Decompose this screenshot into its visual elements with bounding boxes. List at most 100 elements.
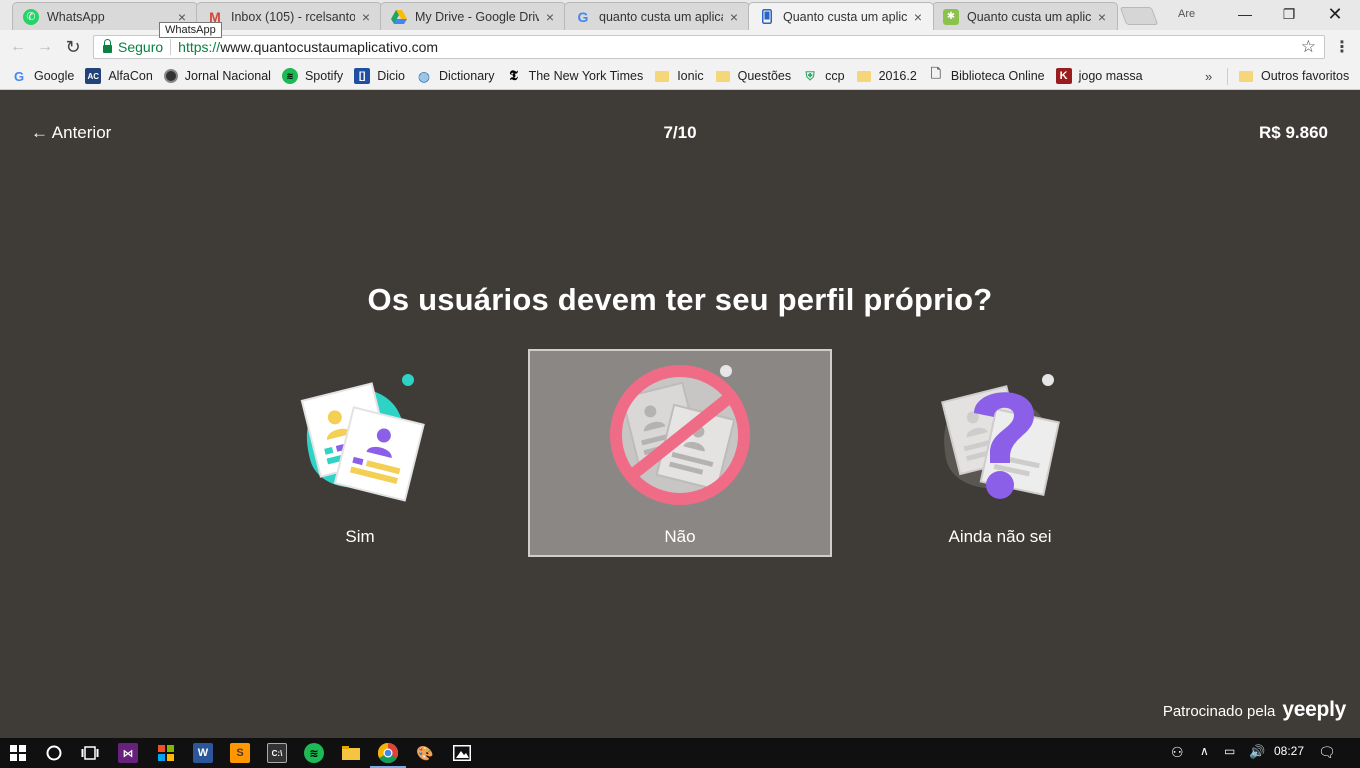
price-estimate: R$ 9.860 xyxy=(1259,123,1328,142)
close-tab-icon[interactable]: × xyxy=(543,9,557,25)
page-icon: 🗋 xyxy=(930,66,942,81)
folder-icon xyxy=(715,68,731,84)
bookmark-label: 2016.2 xyxy=(878,69,917,83)
close-tab-icon[interactable]: × xyxy=(1095,9,1109,25)
question-mark-illustration-icon xyxy=(941,374,1060,499)
bookmark-nyt[interactable]: 𝕿 The New York Times xyxy=(506,68,644,84)
bookmark-alfacon[interactable]: AC AlfaCon xyxy=(85,68,153,84)
bookmark-label: AlfaCon xyxy=(108,69,153,83)
people-icon[interactable]: ⚇ xyxy=(1171,744,1184,761)
whatsapp-icon: ✆ xyxy=(23,8,39,25)
paint-icon[interactable]: 🎨 xyxy=(415,743,435,763)
bookmark-star-icon[interactable]: ☆ xyxy=(1301,37,1316,57)
clock-time[interactable]: 08:27 xyxy=(1274,744,1304,758)
bookmark-folder-questoes[interactable]: Questões xyxy=(715,68,792,84)
bookmark-label: Questões xyxy=(737,69,792,83)
kongregate-icon: K xyxy=(1055,68,1072,84)
close-tab-icon[interactable]: × xyxy=(359,9,373,25)
bookmark-label: jogo massa xyxy=(1078,69,1143,83)
restore-button[interactable]: ❐ xyxy=(1266,0,1312,28)
chrome-menu-icon[interactable]: ⋮ xyxy=(1331,36,1353,58)
visual-studio-icon[interactable]: ⋈ xyxy=(118,743,138,763)
previous-link[interactable]: ← Anterior xyxy=(31,123,111,143)
no-profile-prohibited-icon xyxy=(610,365,750,505)
tab-quanto-custa-active[interactable]: Quanto custa um aplicativo × xyxy=(748,2,934,30)
bookmark-jogo-massa[interactable]: K jogo massa xyxy=(1055,68,1143,84)
bookmark-label: ccp xyxy=(825,69,845,83)
close-tab-icon[interactable]: × xyxy=(727,9,741,25)
quiz-page: ← Anterior 7/10 R$ 9.860 Os usuários dev… xyxy=(0,90,1360,738)
tab-quanto-custa-2[interactable]: ✱ Quanto custa um aplicativo × xyxy=(932,2,1118,30)
chevron-up-icon[interactable]: ∧ xyxy=(1200,744,1209,758)
question-progress: 7/10 xyxy=(663,123,697,142)
chrome-icon[interactable] xyxy=(370,743,406,768)
minimize-button[interactable]: — xyxy=(1222,0,1268,28)
android-icon: ✱ xyxy=(943,8,959,25)
globo-icon xyxy=(163,69,178,83)
option-label: Ainda não sei xyxy=(948,527,1052,546)
tab-google-search[interactable]: G quanto custa um aplicativo × xyxy=(564,2,750,30)
bookmark-label: Biblioteca Online xyxy=(950,69,1045,83)
folder-icon xyxy=(1238,68,1254,84)
url-host: www.quantocustaumaplicativo.com xyxy=(220,39,439,55)
tab-gmail[interactable]: M Inbox (105) - rcelsantos × xyxy=(196,2,382,30)
photos-icon[interactable] xyxy=(452,743,472,763)
windows-store-icon[interactable] xyxy=(156,743,176,763)
bookmark-google[interactable]: G Google xyxy=(11,68,74,84)
alfacon-icon: AC xyxy=(85,68,102,84)
tab-google-drive[interactable]: My Drive - Google Drive × xyxy=(380,2,566,30)
sublime-text-icon[interactable]: S xyxy=(230,743,250,763)
file-explorer-icon[interactable] xyxy=(341,743,361,763)
tab-title: Quanto custa um aplicativo xyxy=(783,9,907,24)
google-drive-icon xyxy=(391,9,407,25)
close-tab-icon[interactable]: × xyxy=(911,9,925,25)
sponsor-text: Patrocinado pela xyxy=(1162,703,1276,720)
spotify-icon: ≋ xyxy=(281,68,298,84)
bookmark-other-favorites[interactable]: Outros favoritos xyxy=(1238,68,1349,84)
bookmark-dicio[interactable]: [] Dicio xyxy=(354,68,405,84)
command-prompt-icon[interactable]: C:\ xyxy=(267,743,287,763)
notifications-icon[interactable]: 🗨 xyxy=(1318,744,1336,761)
bookmarks-bar: G Google AC AlfaCon Jornal Nacional ≋ Sp… xyxy=(0,63,1360,90)
tab-title: Quanto custa um aplicativo xyxy=(967,9,1091,24)
sponsor-credit[interactable]: Patrocinado pela yeeply xyxy=(1163,698,1346,722)
option-ainda-nao-sei[interactable]: Ainda não sei xyxy=(848,349,1152,557)
back-arrow-icon[interactable]: ← xyxy=(7,36,29,58)
spotify-icon[interactable]: ≋ xyxy=(304,743,324,763)
close-window-button[interactable]: ✕ xyxy=(1312,0,1358,28)
word-icon[interactable]: W xyxy=(193,743,213,763)
yeeply-logo: yeeply xyxy=(1282,698,1346,721)
bookmark-folder-ionic[interactable]: Ionic xyxy=(654,68,704,84)
bookmark-label: Ionic xyxy=(677,69,704,83)
bookmark-spotify[interactable]: ≋ Spotify xyxy=(281,68,344,84)
bookmark-label: Dictionary xyxy=(438,69,495,83)
option-nao[interactable]: Não xyxy=(528,349,832,557)
tab-tooltip: WhatsApp xyxy=(159,22,222,38)
question-title: Os usuários devem ter seu perfil próprio… xyxy=(367,282,993,317)
tab-title: WhatsApp xyxy=(47,9,105,24)
folder-icon xyxy=(856,68,872,84)
bookmark-folder-2016-2[interactable]: 2016.2 xyxy=(856,68,917,84)
new-tab-button[interactable] xyxy=(1119,7,1159,25)
volume-icon[interactable]: 🔊 xyxy=(1249,744,1265,760)
profile-button[interactable]: Are xyxy=(1178,8,1195,20)
url-scheme: https:// xyxy=(178,39,221,55)
bookmark-label: Jornal Nacional xyxy=(184,69,271,83)
bookmark-biblioteca-online[interactable]: 🗋 Biblioteca Online xyxy=(928,66,1045,84)
bookmark-label: Outros favoritos xyxy=(1261,69,1350,83)
bookmark-label: Spotify xyxy=(304,69,344,83)
bookmark-dictionary[interactable]: ◍ Dictionary xyxy=(416,68,495,84)
google-icon: G xyxy=(13,68,25,84)
more-bookmarks-chevron-icon[interactable]: » xyxy=(1205,69,1212,84)
option-sim[interactable]: Sim xyxy=(208,349,512,557)
forward-arrow-icon[interactable]: → xyxy=(34,36,56,58)
bookmark-label: The New York Times xyxy=(528,69,644,83)
task-view-icon[interactable] xyxy=(80,743,100,763)
search-icon[interactable] xyxy=(44,743,64,763)
bookmark-ccp[interactable]: ⛨ ccp xyxy=(802,68,845,84)
network-icon[interactable]: ▭ xyxy=(1224,744,1235,758)
windows-start-icon[interactable] xyxy=(8,743,28,763)
bookmark-jornal-nacional[interactable]: Jornal Nacional xyxy=(163,69,271,83)
address-bar[interactable]: Seguro https:// www.quantocustaumaplicat… xyxy=(93,35,1325,59)
reload-icon[interactable]: ↻ xyxy=(62,36,84,58)
